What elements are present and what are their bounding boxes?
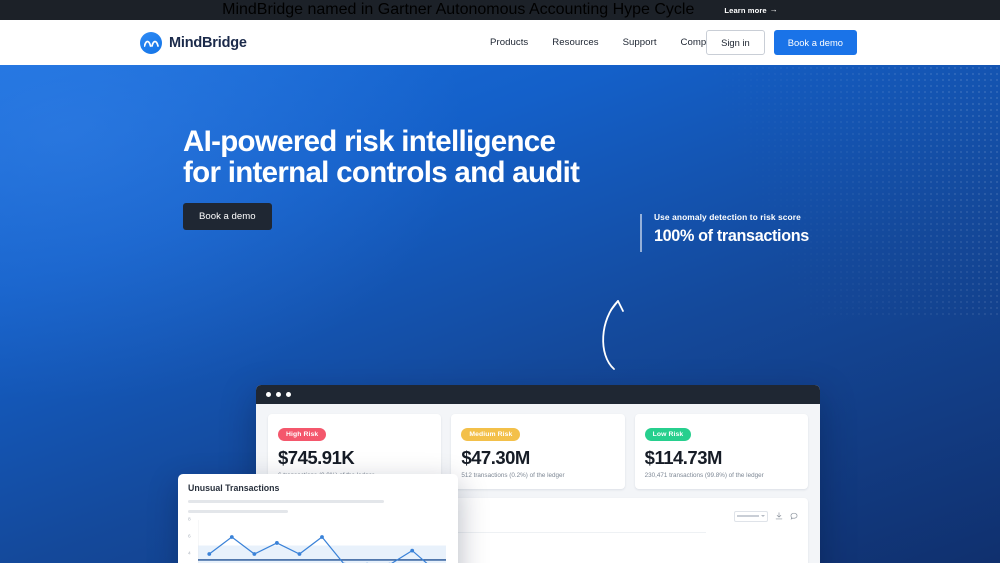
site-header: MindBridge Products Resources Support Co… — [0, 20, 1000, 65]
hero-dot-pattern — [670, 65, 1000, 315]
line-chart-point — [230, 535, 234, 539]
chart-range-select[interactable] — [734, 511, 768, 522]
page-root: MindBridge named in Gartner Autonomous A… — [0, 0, 1000, 563]
risk-card-low-subtext: 230,471 transactions (99.8%) of the ledg… — [645, 472, 798, 479]
y-axis-tick: 8 — [188, 518, 191, 523]
risk-card-medium-value: $47.30M — [461, 447, 614, 469]
line-chart-point — [275, 541, 279, 545]
skeleton-line — [188, 500, 384, 503]
brand-name: MindBridge — [169, 35, 247, 51]
risk-card-medium-subtext: 512 transactions (0.2%) of the ledger — [461, 472, 614, 479]
main-nav: Products Resources Support Company — [478, 37, 734, 48]
unusual-transactions-line-chart: 02468 FebMarAprMayJunJulAugSepOctNovDec — [188, 520, 448, 563]
risk-card-low-value: $114.73M — [645, 447, 798, 469]
annotation-rule — [640, 214, 642, 252]
announcement-learn-more-link[interactable]: Learn more → — [724, 6, 777, 15]
line-chart-point — [207, 552, 211, 556]
nav-item-support[interactable]: Support — [611, 37, 669, 48]
sign-in-button[interactable]: Sign in — [706, 30, 765, 55]
status-badge-high: High Risk — [278, 428, 326, 441]
unusual-transactions-panel: Unusual Transactions 02468 FebMarAprMayJ… — [178, 474, 458, 563]
window-close-dot-icon — [266, 392, 271, 397]
mindbridge-logo-icon — [140, 32, 162, 54]
nav-item-products[interactable]: Products — [478, 37, 540, 48]
chevron-down-icon — [761, 515, 765, 517]
comment-icon[interactable] — [790, 507, 798, 525]
book-demo-button-header[interactable]: Book a demo — [774, 30, 857, 55]
hero-section: AI-powered risk intelligence for interna… — [0, 65, 1000, 563]
line-chart-svg — [198, 520, 446, 563]
download-icon[interactable] — [775, 507, 783, 525]
y-axis-tick: 6 — [188, 535, 191, 540]
window-minimize-dot-icon — [276, 392, 281, 397]
logo[interactable]: MindBridge — [140, 32, 247, 54]
line-chart-point — [252, 552, 256, 556]
risk-card-high-value: $745.91K — [278, 447, 431, 469]
hero-glow — [0, 65, 500, 425]
status-badge-medium: Medium Risk — [461, 428, 520, 441]
curved-arrow-icon — [596, 293, 642, 376]
book-demo-button-hero[interactable]: Book a demo — [183, 203, 272, 230]
line-chart-point — [298, 552, 302, 556]
select-value-placeholder — [737, 515, 759, 517]
window-chrome — [256, 385, 820, 404]
annotation-subtitle: Use anomaly detection to risk score — [654, 212, 801, 222]
arrow-right-icon: → — [770, 6, 778, 14]
announcement-text: MindBridge named in Gartner Autonomous A… — [222, 1, 694, 19]
header-actions: Sign in Book a demo — [706, 30, 857, 55]
annotation-headline: 100% of transactions — [654, 227, 809, 246]
hero-title-line-2: for internal controls and audit — [183, 156, 579, 189]
line-chart-plot-area — [198, 520, 446, 563]
window-maximize-dot-icon — [286, 392, 291, 397]
line-chart-point — [320, 535, 324, 539]
risk-card-medium: Medium Risk $47.30M 512 transactions (0.… — [451, 414, 624, 489]
y-axis-tick: 4 — [188, 552, 191, 557]
line-chart-point — [410, 549, 414, 553]
skeleton-line — [188, 510, 288, 513]
announcement-link-label: Learn more — [724, 6, 766, 15]
panel-toolbar — [734, 507, 798, 525]
risk-card-low: Low Risk $114.73M 230,471 transactions (… — [635, 414, 808, 489]
announcement-bar: MindBridge named in Gartner Autonomous A… — [0, 0, 1000, 20]
hero-title-line-1: AI-powered risk intelligence — [183, 125, 555, 158]
page-title: AI-powered risk intelligence for interna… — [183, 127, 579, 189]
nav-item-resources[interactable]: Resources — [540, 37, 610, 48]
status-badge-low: Low Risk — [645, 428, 692, 441]
unusual-transactions-title: Unusual Transactions — [188, 483, 448, 493]
